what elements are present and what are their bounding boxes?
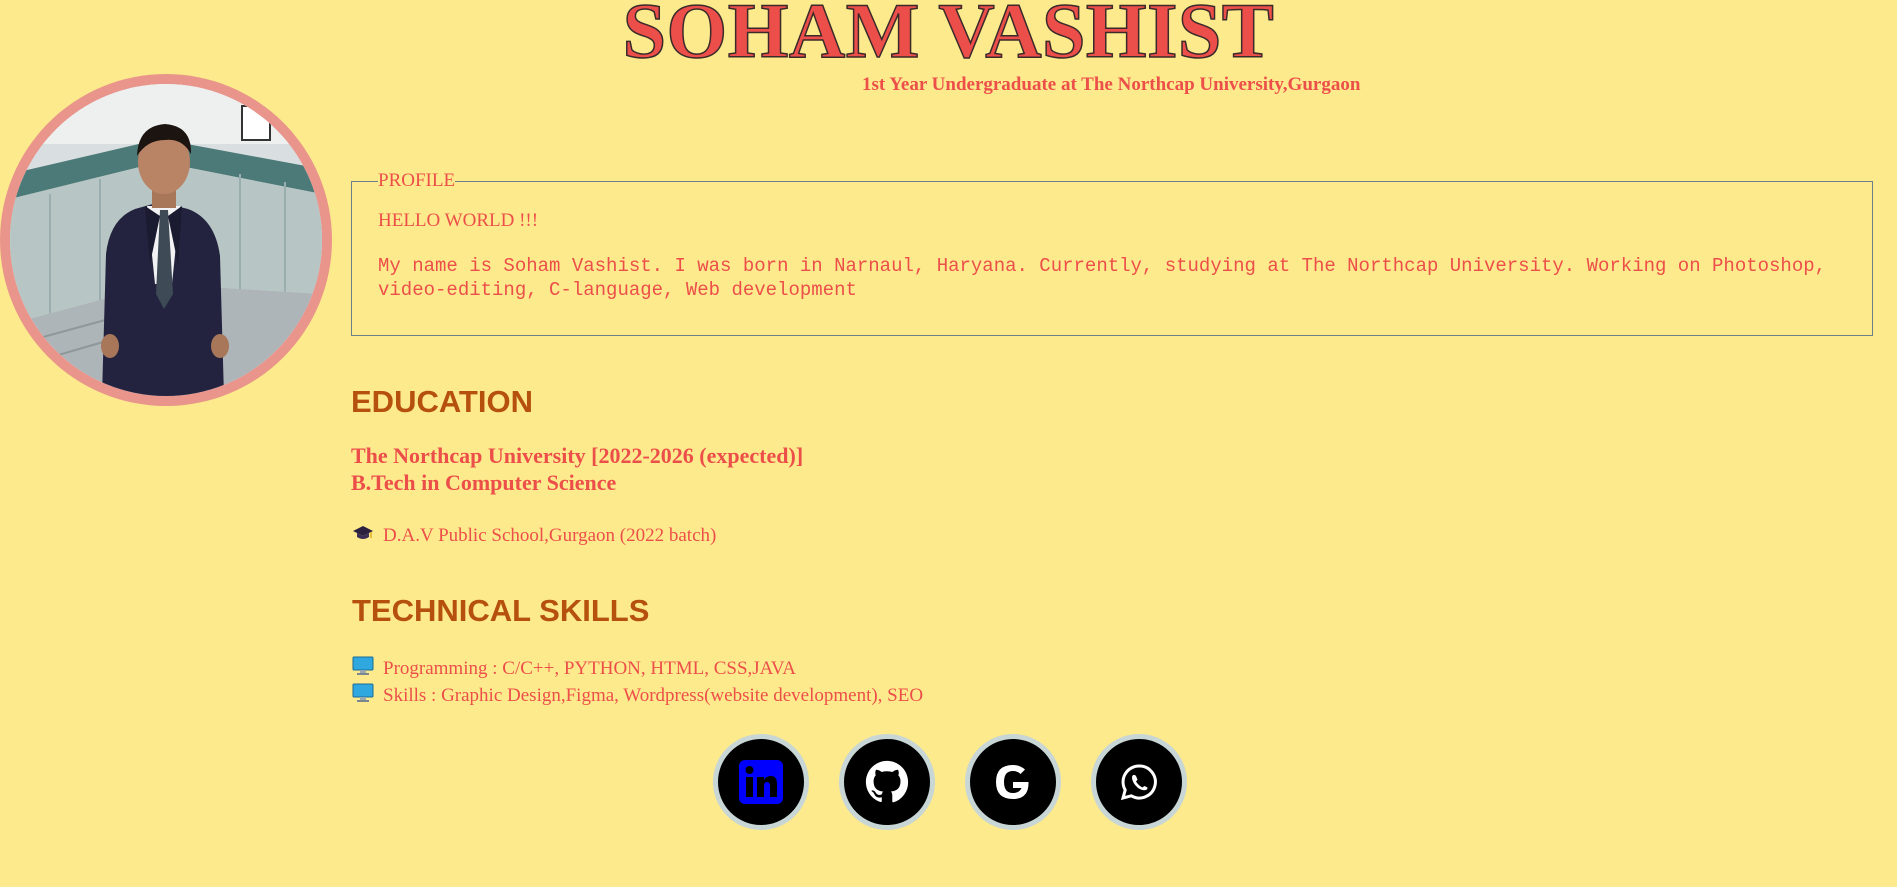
whatsapp-icon (1120, 764, 1157, 801)
computer-icon (352, 683, 376, 709)
education-degree: B.Tech in Computer Science (351, 470, 617, 495)
skill-item: Skills : Graphic Design,Figma, Wordpress… (352, 683, 923, 709)
google-button[interactable] (965, 734, 1061, 830)
skills-heading: TECHNICAL SKILLS (352, 593, 650, 628)
linkedin-icon (739, 760, 783, 804)
education-school-item: D.A.V Public School,Gurgaon (2022 batch) (352, 524, 716, 548)
education-school: D.A.V Public School,Gurgaon (2022 batch) (383, 525, 717, 546)
profile-photo (10, 84, 322, 396)
google-icon (996, 765, 1029, 799)
subtitle: 1st Year Undergraduate at The Northcap U… (862, 74, 1361, 95)
profile-bio: My name is Soham Vashist. I was born in … (378, 255, 1827, 301)
whatsapp-button[interactable] (1091, 734, 1187, 830)
github-icon (865, 760, 909, 803)
page-title: SOHAM VASHIST (622, 0, 1275, 75)
linkedin-button[interactable] (713, 734, 809, 830)
skill-text-skills: Skills : Graphic Design,Figma, Wordpress… (383, 685, 924, 706)
education-university: The Northcap University [2022-2026 (expe… (351, 443, 804, 468)
education-heading: EDUCATION (351, 384, 533, 419)
profile-greeting: HELLO WORLD !!! (378, 210, 539, 231)
graduation-cap-icon (352, 524, 376, 548)
skill-text-programming: Programming : C/C++, PYTHON, HTML, CSS,J… (383, 658, 796, 679)
skill-item: Programming : C/C++, PYTHON, HTML, CSS,J… (352, 656, 796, 682)
social-links (713, 734, 1187, 830)
computer-icon (352, 656, 376, 682)
avatar (0, 74, 332, 406)
profile-section: PROFILE HELLO WORLD !!! My name is Soham… (351, 170, 1873, 336)
github-button[interactable] (839, 734, 935, 830)
profile-legend: PROFILE (378, 170, 456, 191)
